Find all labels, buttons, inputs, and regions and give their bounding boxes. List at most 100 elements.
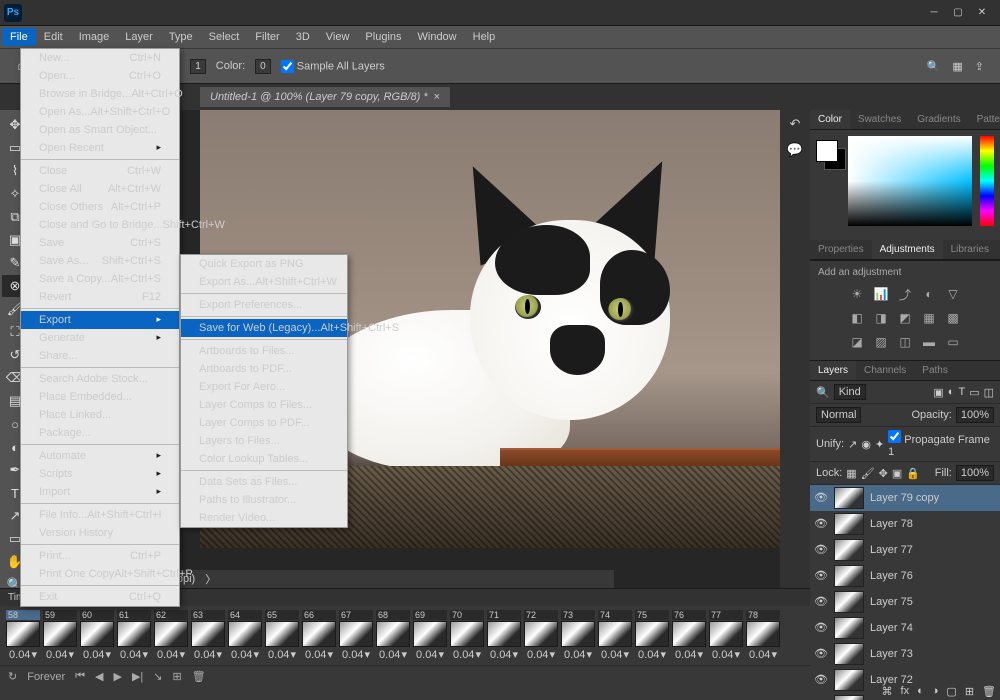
timeline-frame[interactable]: 750.04▾ [635, 610, 669, 661]
loop-icon[interactable]: ↻ [8, 670, 17, 683]
menu-item[interactable]: Export As...Alt+Shift+Ctrl+W [181, 273, 347, 291]
timeline-frame[interactable]: 710.04▾ [487, 610, 521, 661]
menu-layer[interactable]: Layer [117, 28, 161, 46]
menu-item[interactable]: Close and Go to Bridge...Shift+Ctrl+W [21, 216, 179, 234]
menu-plugins[interactable]: Plugins [357, 28, 409, 46]
play-icon[interactable]: ▶ [114, 670, 122, 683]
hue-slider[interactable] [980, 136, 994, 226]
new-layer-icon[interactable]: ⊞ [965, 685, 974, 698]
properties-panel-tabs[interactable]: PropertiesAdjustmentsLibraries [810, 240, 1000, 260]
workspace-icon[interactable]: ▦ [952, 60, 962, 73]
filter-shape-icon[interactable]: ▭ [969, 386, 979, 399]
menubar[interactable]: FileEditImageLayerTypeSelectFilter3DView… [0, 26, 1000, 48]
bw-icon[interactable]: ◨ [873, 310, 889, 326]
timeline-frame[interactable]: 770.04▾ [709, 610, 743, 661]
menu-filter[interactable]: Filter [247, 28, 287, 46]
menu-item[interactable]: SaveCtrl+S [21, 234, 179, 252]
visibility-icon[interactable]: 👁 [814, 491, 828, 505]
tab-properties[interactable]: Properties [810, 240, 872, 259]
menu-item[interactable]: Export Preferences... [181, 296, 347, 314]
timeline-frame[interactable]: 620.04▾ [154, 610, 188, 661]
gradient-map-icon[interactable]: ▬ [921, 334, 937, 350]
tab-swatches[interactable]: Swatches [850, 110, 909, 129]
fill-input[interactable]: 100% [956, 465, 994, 481]
export-submenu[interactable]: Quick Export as PNGExport As...Alt+Shift… [180, 254, 348, 528]
menu-select[interactable]: Select [201, 28, 248, 46]
visibility-icon[interactable]: 👁 [814, 595, 828, 609]
visibility-icon[interactable]: 👁 [814, 517, 828, 531]
timeline-frame[interactable]: 700.04▾ [450, 610, 484, 661]
menu-item[interactable]: Browse in Bridge...Alt+Ctrl+O [21, 85, 179, 103]
menu-item[interactable]: Layers to Files... [181, 432, 347, 450]
tab-gradients[interactable]: Gradients [909, 110, 968, 129]
new-frame-icon[interactable]: ⊞ [173, 670, 182, 683]
timeline-frame[interactable]: 760.04▾ [672, 610, 706, 661]
menu-item[interactable]: Open...Ctrl+O [21, 67, 179, 85]
menu-view[interactable]: View [318, 28, 358, 46]
curves-icon[interactable]: ⤴ [897, 286, 913, 302]
fx-icon[interactable]: fx [901, 685, 910, 698]
timeline-frame[interactable]: 650.04▾ [265, 610, 299, 661]
timeline-frame[interactable]: 600.04▾ [80, 610, 114, 661]
color-picker[interactable] [848, 136, 972, 226]
first-frame-icon[interactable]: ⏮ [75, 670, 85, 683]
menu-item[interactable]: Automate [21, 447, 179, 465]
menu-item[interactable]: CloseCtrl+W [21, 162, 179, 180]
menu-type[interactable]: Type [161, 28, 201, 46]
lock-artboard-icon[interactable]: ▣ [892, 467, 902, 480]
timeline-frame[interactable]: 630.04▾ [191, 610, 225, 661]
menu-item[interactable]: Color Lookup Tables... [181, 450, 347, 468]
menu-item[interactable]: File Info...Alt+Shift+Ctrl+I [21, 506, 179, 524]
menu-item[interactable]: Paths to Illustrator... [181, 491, 347, 509]
menu-item[interactable]: Save a Copy...Alt+Ctrl+S [21, 270, 179, 288]
layer-row[interactable]: 👁Layer 76 [810, 563, 1000, 589]
visibility-icon[interactable]: 👁 [814, 647, 828, 661]
visibility-icon[interactable]: 👁 [814, 569, 828, 583]
menu-item[interactable]: Print...Ctrl+P [21, 547, 179, 565]
layer-row[interactable]: 👁Layer 78 [810, 511, 1000, 537]
lock-brush-icon[interactable]: 🖌 [861, 467, 875, 480]
delete-frame-icon[interactable]: 🗑 [192, 670, 206, 683]
layer-kind-dropdown[interactable]: Kind [834, 384, 866, 400]
menu-item[interactable]: Place Embedded... [21, 388, 179, 406]
tab-channels[interactable]: Channels [856, 361, 914, 380]
menu-item[interactable]: ExitCtrl+Q [21, 588, 179, 606]
timeline-frame[interactable]: 720.04▾ [524, 610, 558, 661]
photo-filter-icon[interactable]: ◩ [897, 310, 913, 326]
timeline-frame[interactable]: 670.04▾ [339, 610, 373, 661]
unify-vis-icon[interactable]: ◉ [861, 438, 871, 451]
timeline-frame[interactable]: 690.04▾ [413, 610, 447, 661]
menu-item[interactable]: Export [21, 311, 179, 329]
close-icon[interactable]: ✕ [976, 7, 988, 19]
timeline-frame[interactable]: 780.04▾ [746, 610, 780, 661]
visibility-icon[interactable]: 👁 [814, 621, 828, 635]
visibility-icon[interactable]: 👁 [814, 673, 828, 687]
layer-row[interactable]: 👁Layer 79 copy [810, 485, 1000, 511]
timeline-frames[interactable]: 580.04▾590.04▾600.04▾610.04▾620.04▾630.0… [0, 606, 810, 665]
menu-item[interactable]: Import [21, 483, 179, 501]
hue-icon[interactable]: ◧ [849, 310, 865, 326]
menu-item[interactable]: Print One CopyAlt+Shift+Ctrl+P [21, 565, 179, 583]
levels-icon[interactable]: 📊 [873, 286, 889, 302]
brightness-icon[interactable]: ☀ [849, 286, 865, 302]
layer-row[interactable]: 👁Layer 73 [810, 641, 1000, 667]
color-input[interactable]: 0 [255, 59, 271, 74]
lock-pixels-icon[interactable]: ▦ [846, 467, 856, 480]
menu-item[interactable]: Scripts [21, 465, 179, 483]
menu-3d[interactable]: 3D [288, 28, 318, 46]
selective-icon[interactable]: ▭ [945, 334, 961, 350]
timeline-frame[interactable]: 580.04▾ [6, 610, 40, 661]
maximize-icon[interactable]: ▢ [952, 7, 964, 19]
timeline-frame[interactable]: 740.04▾ [598, 610, 632, 661]
tab-paths[interactable]: Paths [914, 361, 956, 380]
menu-file[interactable]: File [2, 28, 36, 46]
menu-item[interactable]: Search Adobe Stock... [21, 370, 179, 388]
menu-item[interactable]: Open Recent [21, 139, 179, 157]
filter-smart-icon[interactable]: ◫ [984, 386, 994, 399]
exposure-icon[interactable]: ◐ [921, 286, 937, 302]
unify-style-icon[interactable]: ✦ [875, 438, 884, 451]
sample-all-checkbox[interactable]: Sample All Layers [281, 60, 385, 73]
menu-item[interactable]: Save for Web (Legacy)...Alt+Shift+Ctrl+S [181, 319, 347, 337]
menu-item[interactable]: Open as Smart Object... [21, 121, 179, 139]
menu-item[interactable]: Quick Export as PNG [181, 255, 347, 273]
